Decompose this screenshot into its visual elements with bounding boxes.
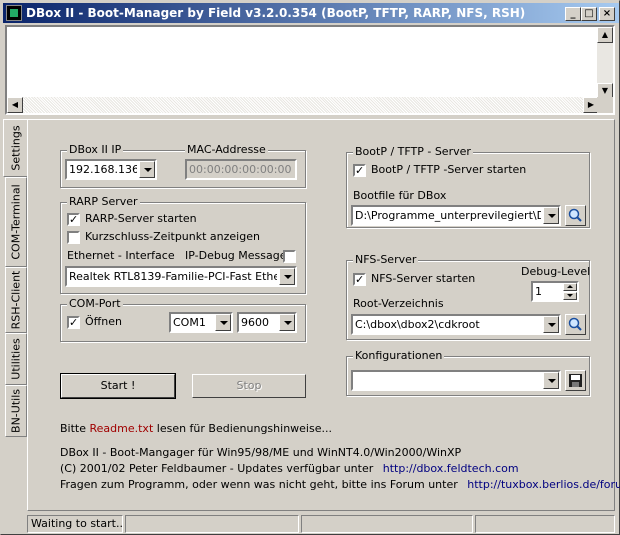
tab-settings[interactable]: Settings bbox=[3, 119, 27, 177]
com-port-select[interactable]: COM1 bbox=[169, 312, 233, 333]
nfs-server-group: NFS-Server ✓ NFS-Server starten Debug-Le… bbox=[346, 253, 591, 340]
tab-bn-utils[interactable]: BN-Utils bbox=[5, 385, 27, 437]
browse-bootfile-button[interactable] bbox=[565, 205, 586, 226]
save-icon bbox=[569, 374, 582, 387]
app-icon[interactable] bbox=[6, 5, 22, 21]
debug-level-spinner[interactable]: 1 bbox=[531, 281, 579, 302]
baud-rate-select[interactable]: 9600 bbox=[237, 312, 297, 333]
chevron-down-icon[interactable] bbox=[215, 314, 231, 331]
search-icon bbox=[568, 208, 582, 222]
nfs-start-label: NFS-Server starten bbox=[371, 272, 476, 285]
info-line-2: (C) 2001/02 Peter Feldbaumer - Updates v… bbox=[60, 462, 519, 475]
mac-address-field: 00:00:00:00:00:00 bbox=[185, 159, 297, 180]
stop-button[interactable]: Stop bbox=[192, 374, 306, 398]
save-config-button[interactable] bbox=[565, 370, 586, 391]
ip-debug-label: IP-Debug Messages bbox=[185, 249, 293, 262]
chevron-down-icon[interactable] bbox=[543, 372, 559, 389]
com-port-group: COM-Port ✓ Öffnen COM1 9600 bbox=[60, 297, 306, 342]
short-circuit-checkbox[interactable] bbox=[67, 231, 80, 244]
scroll-corner bbox=[597, 97, 613, 113]
chevron-down-icon[interactable] bbox=[279, 314, 295, 331]
debug-level-label: Debug-Level bbox=[521, 265, 591, 278]
bootp-tftp-group: BootP / TFTP - Server ✓ BootP / TFTP -Se… bbox=[346, 145, 590, 228]
status-bar: Waiting to start... bbox=[5, 515, 619, 533]
bootp-group-title: BootP / TFTP - Server bbox=[353, 145, 473, 158]
readme-line: Bitte Readme.txt lesen für Bedienungshin… bbox=[60, 422, 332, 435]
ethernet-interface-label: Ethernet - Interface bbox=[67, 249, 175, 262]
rarp-group-title: RARP Server bbox=[67, 195, 140, 208]
rarp-server-group: RARP Server ✓ RARP-Server starten Kurzsc… bbox=[60, 195, 306, 294]
config-group: Konfigurationen bbox=[346, 349, 590, 396]
forum-link[interactable]: http://tuxbox.berlios.de/forum bbox=[467, 478, 620, 491]
status-text: Waiting to start... bbox=[27, 515, 123, 533]
root-dir-label: Root-Verzeichnis bbox=[353, 297, 444, 310]
com-port-title: COM-Port bbox=[67, 297, 123, 310]
scroll-up-button[interactable]: ▲ bbox=[597, 27, 613, 43]
chevron-down-icon[interactable] bbox=[543, 316, 559, 333]
chevron-down-icon[interactable] bbox=[543, 207, 559, 224]
readme-link[interactable]: Readme.txt bbox=[90, 422, 154, 435]
dbox-ip-select[interactable]: 192.168.136.1 bbox=[65, 159, 157, 180]
rarp-start-checkbox[interactable]: ✓ bbox=[67, 213, 80, 226]
info-line-1: DBox II - Boot-Mangager für Win95/98/ME … bbox=[60, 446, 462, 459]
nfs-start-checkbox[interactable]: ✓ bbox=[353, 273, 366, 286]
spin-up-icon[interactable] bbox=[563, 283, 577, 291]
window-title: DBox II - Boot-Manager by Field v3.2.0.3… bbox=[26, 6, 526, 20]
info-line-3: Fragen zum Programm, oder wenn was nicht… bbox=[60, 478, 620, 491]
bootp-start-label: BootP / TFTP -Server starten bbox=[371, 163, 527, 176]
config-select[interactable] bbox=[351, 370, 561, 391]
com-open-label: Öffnen bbox=[85, 315, 122, 328]
ethernet-interface-select[interactable]: Realtek RTL8139-Familie-PCI-Fast Etherne… bbox=[65, 266, 297, 287]
horizontal-scrollbar[interactable]: ◀ ▶ bbox=[7, 97, 599, 113]
dbox-address-group: DBox II IP MAC-Addresse 192.168.136.1 00… bbox=[60, 143, 306, 188]
status-pane-3 bbox=[301, 515, 473, 533]
title-bar[interactable]: DBox II - Boot-Manager by Field v3.2.0.3… bbox=[3, 3, 619, 23]
tab-rsh-client[interactable]: RSH-Client bbox=[5, 267, 27, 333]
nfs-group-title: NFS-Server bbox=[353, 253, 419, 266]
feldtech-link[interactable]: http://dbox.feldtech.com bbox=[383, 462, 519, 475]
status-pane-4 bbox=[475, 515, 615, 533]
settings-panel: DBox II IP MAC-Addresse 192.168.136.1 00… bbox=[27, 119, 620, 511]
short-circuit-label: Kurzschluss-Zeitpunkt anzeigen bbox=[85, 230, 260, 243]
ip-debug-checkbox[interactable] bbox=[283, 250, 296, 263]
minimize-button[interactable]: _ bbox=[565, 7, 581, 21]
chevron-down-icon[interactable] bbox=[279, 268, 295, 285]
dbox-ip-label: DBox II IP bbox=[67, 143, 124, 156]
log-output[interactable]: ▲ ▼ ◀ ▶ bbox=[5, 25, 615, 115]
mac-address-label: MAC-Addresse bbox=[185, 143, 268, 156]
search-icon bbox=[568, 317, 582, 331]
config-group-title: Konfigurationen bbox=[353, 349, 445, 362]
close-button[interactable]: × bbox=[599, 7, 615, 21]
start-button[interactable]: Start ! bbox=[60, 373, 176, 399]
tab-strip: Settings COM-Terminal RSH-Client Utiliti… bbox=[3, 119, 27, 439]
tab-utilities[interactable]: Utilities bbox=[5, 333, 27, 385]
spin-down-icon[interactable] bbox=[563, 292, 577, 300]
root-dir-select[interactable]: C:\dbox\dbox2\cdkroot bbox=[351, 314, 561, 335]
chevron-down-icon[interactable] bbox=[139, 161, 155, 178]
com-open-checkbox[interactable]: ✓ bbox=[67, 316, 80, 329]
bootp-start-checkbox[interactable]: ✓ bbox=[353, 164, 366, 177]
bootfile-label: Bootfile für DBox bbox=[353, 189, 447, 202]
main-window: DBox II - Boot-Manager by Field v3.2.0.3… bbox=[0, 0, 620, 535]
status-pane-2 bbox=[125, 515, 299, 533]
bootfile-select[interactable]: D:\Programme_unterprevilegiert\DBox2 B bbox=[351, 205, 561, 226]
browse-root-button[interactable] bbox=[565, 314, 586, 335]
maximize-button[interactable]: □ bbox=[581, 7, 597, 21]
scroll-left-button[interactable]: ◀ bbox=[7, 97, 23, 113]
rarp-start-label: RARP-Server starten bbox=[85, 212, 197, 225]
tab-com-terminal[interactable]: COM-Terminal bbox=[5, 177, 27, 267]
